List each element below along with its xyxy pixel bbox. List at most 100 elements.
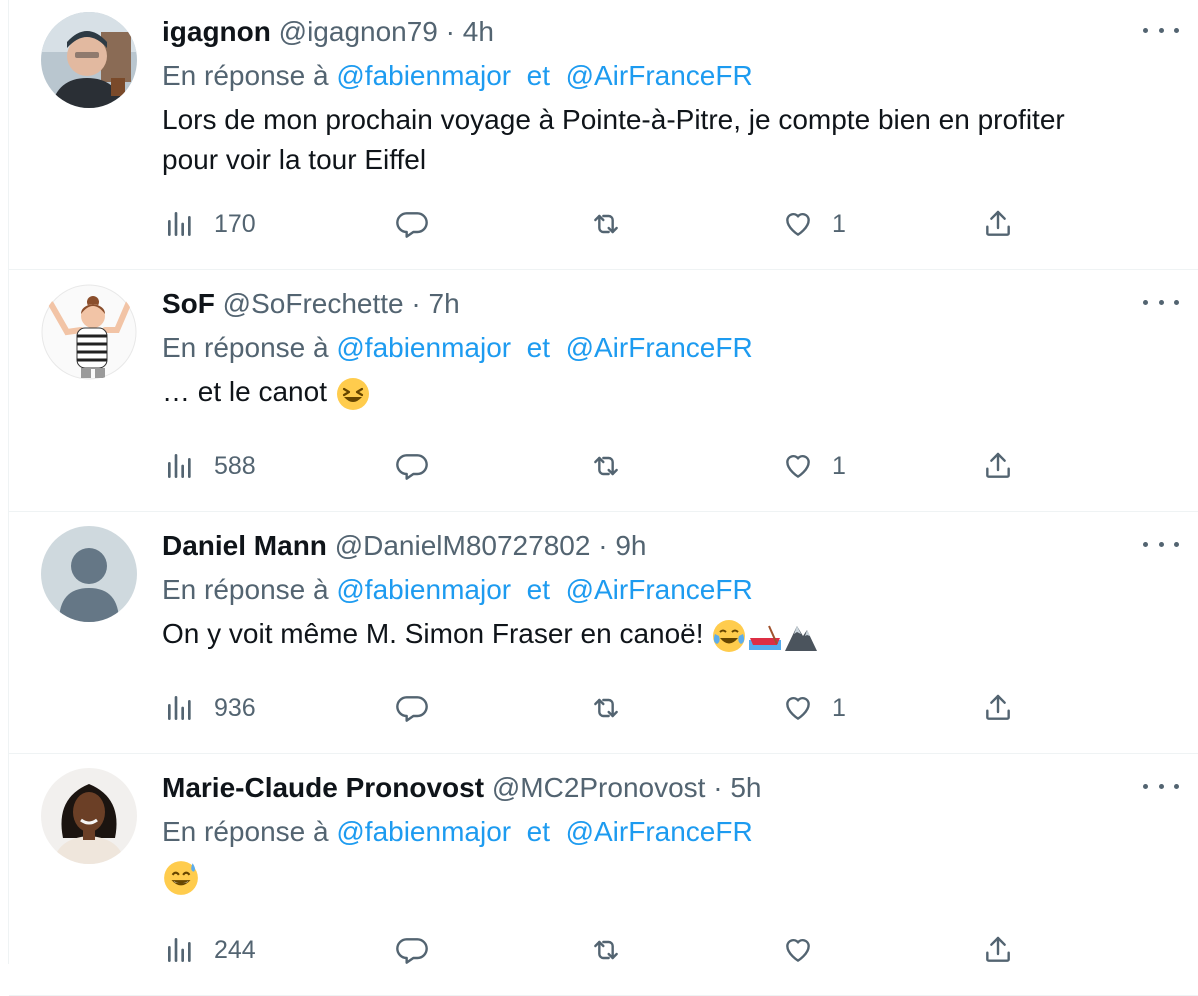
mention-link[interactable]: @AirFranceFR (566, 332, 753, 363)
reply-joiner: et (526, 574, 551, 605)
tweet-sof[interactable]: SoF @SoFrechette · 7h En réponse à @fabi… (9, 270, 1198, 512)
author-name[interactable]: igagnon (162, 16, 271, 47)
retweet-icon (594, 456, 618, 476)
reply-joiner: et (526, 816, 551, 847)
mention-link[interactable]: @fabienmajor (336, 60, 511, 91)
reply-icon (396, 696, 428, 722)
reply-prefix: En réponse à (162, 60, 329, 91)
reply-button[interactable] (396, 934, 428, 966)
reply-icon (396, 212, 428, 238)
views-button[interactable]: 588 (164, 450, 256, 482)
reply-context: En réponse à @fabienmajor et @AirFranceF… (162, 572, 1179, 608)
more-options-icon[interactable] (1143, 20, 1179, 40)
reply-context: En réponse à @fabienmajor et @AirFranceF… (162, 58, 1179, 94)
tweet-igagnon[interactable]: igagnon @igagnon79 · 4h En réponse à @fa… (9, 0, 1198, 270)
author-handle[interactable]: @DanielM80727802 (335, 530, 591, 561)
share-button[interactable] (982, 208, 1014, 240)
tweet-marie-claude-pronovost[interactable]: Marie-Claude Pronovost @MC2Pronovost · 5… (9, 754, 1198, 996)
like-button[interactable] (782, 934, 832, 966)
tweet-text: Lors de mon prochain voyage à Pointe-à-P… (162, 100, 1179, 180)
heart-icon (786, 212, 810, 236)
share-button[interactable] (982, 450, 1014, 482)
views-count: 170 (214, 209, 256, 238)
tweet-daniel-mann[interactable]: Daniel Mann @DanielM80727802 · 9h En rép… (9, 512, 1198, 754)
avatar[interactable] (41, 12, 137, 108)
reply-prefix: En réponse à (162, 816, 329, 847)
reply-button[interactable] (396, 692, 428, 724)
reply-context: En réponse à @fabienmajor et @AirFranceF… (162, 814, 1179, 850)
tweet-text-line: pour voir la tour Eiffel (162, 144, 427, 175)
timestamp[interactable]: 5h (730, 772, 761, 803)
timestamp[interactable]: 4h (463, 16, 494, 47)
share-button[interactable] (982, 934, 1014, 966)
retweet-button[interactable] (590, 450, 622, 482)
reply-joiner: et (526, 332, 551, 363)
reply-button[interactable] (396, 208, 428, 240)
mention-link[interactable]: @AirFranceFR (566, 60, 753, 91)
separator: · (713, 772, 723, 803)
tweet-text-line: … et le canot (162, 376, 327, 407)
tweet-text-line: Lors de mon prochain voyage à Pointe-à-P… (162, 104, 1065, 135)
reply-prefix: En réponse à (162, 574, 329, 605)
views-count: 588 (214, 451, 256, 480)
heart-icon (786, 696, 810, 720)
share-icon (986, 210, 1010, 236)
tweet-header: Daniel Mann @DanielM80727802 · 9h (162, 528, 1179, 564)
grinning-sweat-emoji-icon (164, 860, 198, 895)
reply-button[interactable] (396, 450, 428, 482)
views-count: 936 (214, 693, 256, 722)
more-options-icon[interactable] (1143, 534, 1179, 554)
author-handle[interactable]: @MC2Pronovost (492, 772, 706, 803)
timestamp[interactable]: 9h (615, 530, 646, 561)
analytics-icon (168, 696, 191, 720)
avatar[interactable] (41, 768, 137, 864)
reply-prefix: En réponse à (162, 332, 329, 363)
separator: · (445, 16, 455, 47)
share-icon (986, 452, 1010, 478)
canoe-emoji-icon (749, 625, 782, 650)
mention-link[interactable]: @AirFranceFR (566, 574, 753, 605)
author-name[interactable]: SoF (162, 288, 215, 319)
heart-icon (786, 454, 810, 478)
author-name[interactable]: Daniel Mann (162, 530, 327, 561)
mention-link[interactable]: @fabienmajor (336, 816, 511, 847)
retweet-button[interactable] (590, 208, 622, 240)
mention-link[interactable]: @fabienmajor (336, 332, 511, 363)
reply-icon (396, 454, 428, 480)
analytics-icon (168, 938, 191, 962)
reply-icon (396, 938, 428, 964)
retweet-icon (594, 940, 618, 960)
author-name[interactable]: Marie-Claude Pronovost (162, 772, 484, 803)
more-options-icon[interactable] (1143, 292, 1179, 312)
retweet-button[interactable] (590, 934, 622, 966)
share-button[interactable] (982, 692, 1014, 724)
mention-link[interactable]: @AirFranceFR (566, 816, 753, 847)
like-button[interactable]: 1 (782, 692, 846, 724)
mention-link[interactable]: @fabienmajor (336, 574, 511, 605)
views-button[interactable]: 244 (164, 934, 256, 966)
tweet-text (162, 856, 1179, 897)
separator: · (598, 530, 608, 561)
like-button[interactable]: 1 (782, 450, 846, 482)
more-options-icon[interactable] (1143, 776, 1179, 796)
author-handle[interactable]: @SoFrechette (223, 288, 404, 319)
views-button[interactable]: 936 (164, 692, 256, 724)
mountain-emoji-icon (785, 625, 818, 651)
separator: · (411, 288, 421, 319)
like-count: 1 (832, 693, 846, 722)
retweet-button[interactable] (590, 692, 622, 724)
tweet-text-line: On y voit même M. Simon Fraser en canoë! (162, 618, 704, 649)
like-button[interactable]: 1 (782, 208, 846, 240)
tweet-header: igagnon @igagnon79 · 4h (162, 14, 1179, 50)
views-count: 244 (214, 935, 256, 964)
reply-context: En réponse à @fabienmajor et @AirFranceF… (162, 330, 1179, 366)
tweet-header: SoF @SoFrechette · 7h (162, 286, 1179, 322)
tweet-actions: 588 1 (164, 446, 1034, 486)
tweet-text: … et le canot (162, 372, 1179, 412)
like-count: 1 (832, 451, 846, 480)
avatar[interactable] (41, 284, 137, 380)
author-handle[interactable]: @igagnon79 (279, 16, 438, 47)
timestamp[interactable]: 7h (429, 288, 460, 319)
views-button[interactable]: 170 (164, 208, 256, 240)
avatar[interactable] (41, 526, 137, 622)
